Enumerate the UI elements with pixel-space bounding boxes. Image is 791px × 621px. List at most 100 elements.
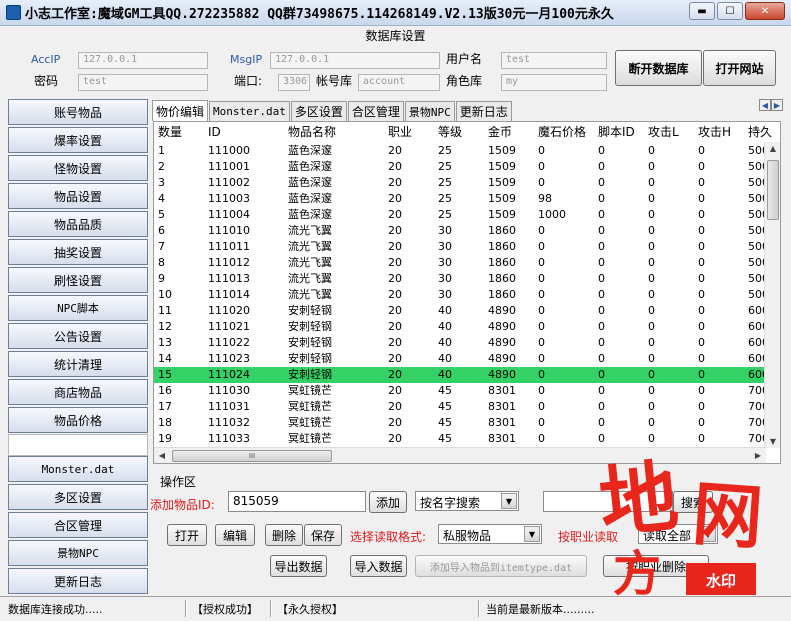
msg-ip-input[interactable]: 127.0.0.1 [270,52,440,69]
table-row[interactable]: 3 111002 蓝色深邃 20 25 1509 0 0 0 0 500 [154,175,769,191]
table-row[interactable]: 2 111001 蓝色深邃 20 25 1509 0 0 0 0 500 [154,159,769,175]
tab-monster-dat[interactable]: Monster.dat [209,101,290,121]
table-cell: 40 [438,336,452,349]
tab-price-edit[interactable]: 物价编辑 [152,100,209,121]
role-db-input[interactable]: my [501,74,607,91]
open-website-button[interactable]: 打开网站 [703,50,776,86]
column-header[interactable]: 物品名称 [288,122,336,142]
table-cell: 0 [598,272,605,285]
table-row[interactable]: 18 111032 冥虹镜芒 20 45 8301 0 0 0 0 700 [154,415,769,431]
horizontal-scroll-thumb[interactable]: III [172,450,332,462]
table-row[interactable]: 16 111030 冥虹镜芒 20 45 8301 0 0 0 0 700 [154,383,769,399]
table-cell: 0 [598,256,605,269]
table-row[interactable]: 10 111014 流光飞翼 20 30 1860 0 0 0 0 500 [154,287,769,303]
add-import-to-itemtype-button[interactable]: 添加导入物品到itemtype.dat [415,555,587,577]
acc-ip-input[interactable]: 127.0.0.1 [78,52,208,69]
delete-by-job-button[interactable]: 按职业删除 [603,555,709,577]
delete-button[interactable]: 删除 [265,524,303,546]
table-row[interactable]: 11 111020 安刺轻钢 20 40 4890 0 0 0 0 600 [154,303,769,319]
account-db-input[interactable]: account [358,74,440,91]
column-header[interactable]: 持久 [748,122,772,142]
search-input[interactable] [543,491,673,512]
sidebar-item-multi-zone[interactable]: 多区设置 [8,484,148,510]
sidebar-item-monster-dat[interactable]: Monster.dat [8,456,148,482]
add-button[interactable]: 添加 [369,491,407,513]
table-row[interactable]: 9 111013 流光飞翼 20 30 1860 0 0 0 0 500 [154,271,769,287]
scroll-right-icon[interactable]: ▶ [750,451,766,460]
username-input[interactable]: test [501,52,607,69]
sidebar-item-shop-items[interactable]: 商店物品 [8,379,148,405]
sidebar-item-npc-script[interactable]: NPC脚本 [8,295,148,321]
table-row[interactable]: 7 111011 流光飞翼 20 30 1860 0 0 0 0 500 [154,239,769,255]
table-row[interactable]: 12 111021 安刺轻钢 20 40 4890 0 0 0 0 600 [154,319,769,335]
maximize-button[interactable]: ☐ [717,2,743,20]
sidebar-item-announcement[interactable]: 公告设置 [8,323,148,349]
table-cell: 冥虹镜芒 [288,416,332,429]
column-header[interactable]: 金币 [488,122,512,142]
tab-scroll-left-icon[interactable]: ◀ [759,99,771,111]
horizontal-scrollbar[interactable]: ◀ III ▶ [154,447,766,463]
column-header[interactable]: 数量 [158,122,182,142]
table-row[interactable]: 17 111031 冥虹镜芒 20 45 8301 0 0 0 0 700 [154,399,769,415]
disconnect-db-button[interactable]: 断开数据库 [615,50,702,86]
close-button[interactable]: ✕ [745,2,785,20]
save-button[interactable]: 保存 [304,524,342,546]
column-header[interactable]: 等级 [438,122,462,142]
add-item-id-input[interactable]: 815059 [228,491,366,512]
table-row[interactable]: 5 111004 蓝色深邃 20 25 1509 1000 0 0 0 500 [154,207,769,223]
table-row[interactable]: 4 111003 蓝色深邃 20 25 1509 98 0 0 0 500 [154,191,769,207]
column-header[interactable]: 攻击L [648,122,679,142]
sidebar-item-monster[interactable]: 怪物设置 [8,155,148,181]
table-cell: 0 [698,400,705,413]
tab-scenery-npc[interactable]: 景物NPC [404,101,455,121]
column-header[interactable]: 脚本ID [598,122,635,142]
table-row-selected[interactable]: 15 111024 安刺轻钢 20 40 4890 0 0 0 0 600 [154,367,769,383]
chevron-down-icon[interactable]: ▼ [524,526,540,542]
sidebar-item-account-items[interactable]: 账号物品 [8,99,148,125]
column-header[interactable]: 攻击H [698,122,731,142]
sidebar-item-item-price[interactable]: 物品价格 [8,407,148,433]
scroll-up-icon[interactable]: ▲ [765,144,780,153]
edit-button[interactable]: 编辑 [215,524,255,546]
table-row[interactable]: 14 111023 安刺轻钢 20 40 4890 0 0 0 0 600 [154,351,769,367]
table-row[interactable]: 6 111010 流光飞翼 20 30 1860 0 0 0 0 500 [154,223,769,239]
scroll-down-icon[interactable]: ▼ [765,437,780,446]
read-format-select[interactable]: 私服物品 ▼ [438,524,542,544]
password-input[interactable]: test [78,74,208,91]
table-row[interactable]: 1 111000 蓝色深邃 20 25 1509 0 0 0 0 500 [154,143,769,159]
db-settings-panel: 数据库设置 AccIP 127.0.0.1 密码 test MsgIP 127.… [6,27,785,97]
scroll-left-icon[interactable]: ◀ [154,451,170,460]
search-mode-select[interactable]: 按名字搜索 ▼ [415,491,519,511]
chevron-down-icon[interactable]: ▼ [501,493,517,509]
port-input[interactable]: 3306 [278,74,310,91]
column-header[interactable]: 魔石价格 [538,122,586,142]
sidebar-item-stats-cleanup[interactable]: 统计清理 [8,351,148,377]
sidebar-item-item-settings[interactable]: 物品设置 [8,183,148,209]
sidebar-item-scenery-npc[interactable]: 景物NPC [8,540,148,566]
tab-multi-zone[interactable]: 多区设置 [290,101,347,121]
sidebar-item-merge-zone[interactable]: 合区管理 [8,512,148,538]
sidebar-item-drop-rate[interactable]: 爆率设置 [8,127,148,153]
column-header[interactable]: 职业 [388,122,412,142]
sidebar-item-changelog[interactable]: 更新日志 [8,568,148,594]
table-row[interactable]: 13 111022 安刺轻钢 20 40 4890 0 0 0 0 600 [154,335,769,351]
sidebar-item-item-quality[interactable]: 物品品质 [8,211,148,237]
vertical-scrollbar[interactable]: ▲ ▼ [764,142,780,448]
read-by-job-select[interactable]: 读取全部 ▼ [638,524,718,544]
sidebar-item-spawn[interactable]: 刷怪设置 [8,267,148,293]
vertical-scroll-thumb[interactable] [767,160,779,220]
open-button[interactable]: 打开 [167,524,207,546]
table-row[interactable]: 19 111033 冥虹镜芒 20 45 8301 0 0 0 0 700 [154,431,769,447]
import-data-button[interactable]: 导入数据 [350,555,407,577]
tab-scroll-right-icon[interactable]: ▶ [771,99,783,111]
column-header[interactable]: ID [208,122,221,142]
tab-merge-zone[interactable]: 合区管理 [347,101,404,121]
table-row[interactable]: 8 111012 流光飞翼 20 30 1860 0 0 0 0 500 [154,255,769,271]
tab-changelog[interactable]: 更新日志 [455,101,512,121]
export-data-button[interactable]: 导出数据 [270,555,327,577]
sidebar-item-lottery[interactable]: 抽奖设置 [8,239,148,265]
table-cell: 蓝色深邃 [288,176,332,189]
minimize-button[interactable]: ▬ [689,2,715,20]
search-button[interactable]: 搜索 [673,491,713,513]
chevron-down-icon[interactable]: ▼ [700,526,716,542]
